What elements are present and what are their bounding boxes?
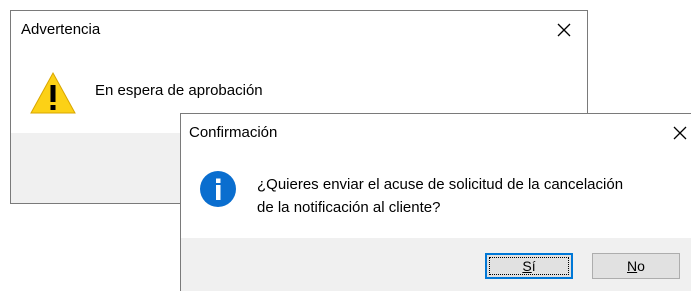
warning-message: En espera de aprobación — [95, 82, 263, 99]
warning-titlebar[interactable]: Advertencia — [11, 11, 587, 49]
close-icon — [673, 126, 687, 140]
yes-button-label: í — [531, 258, 536, 274]
close-icon — [557, 23, 571, 37]
warning-icon — [30, 71, 76, 114]
confirm-close-button[interactable] — [657, 114, 691, 152]
no-button[interactable]: No — [592, 253, 680, 279]
warning-close-button[interactable] — [541, 11, 587, 49]
info-icon — [200, 171, 236, 207]
confirm-dialog: Confirmación ¿Quieres enviar el acuse de… — [180, 113, 691, 291]
no-button-mnemonic: N — [627, 258, 638, 274]
yes-button-mnemonic: S — [522, 258, 532, 274]
confirm-dialog-title: Confirmación — [189, 124, 278, 141]
warning-dialog-title: Advertencia — [21, 21, 101, 38]
confirm-titlebar[interactable]: Confirmación — [181, 114, 691, 152]
yes-button[interactable]: Sí — [485, 253, 573, 279]
no-button-label: o — [637, 258, 645, 274]
confirm-message-line-2: de la notificación al cliente? — [257, 199, 441, 216]
confirm-message-line-1: ¿Quieres enviar el acuse de solicitud de… — [257, 176, 624, 193]
confirm-footer: Sí No — [181, 238, 691, 291]
